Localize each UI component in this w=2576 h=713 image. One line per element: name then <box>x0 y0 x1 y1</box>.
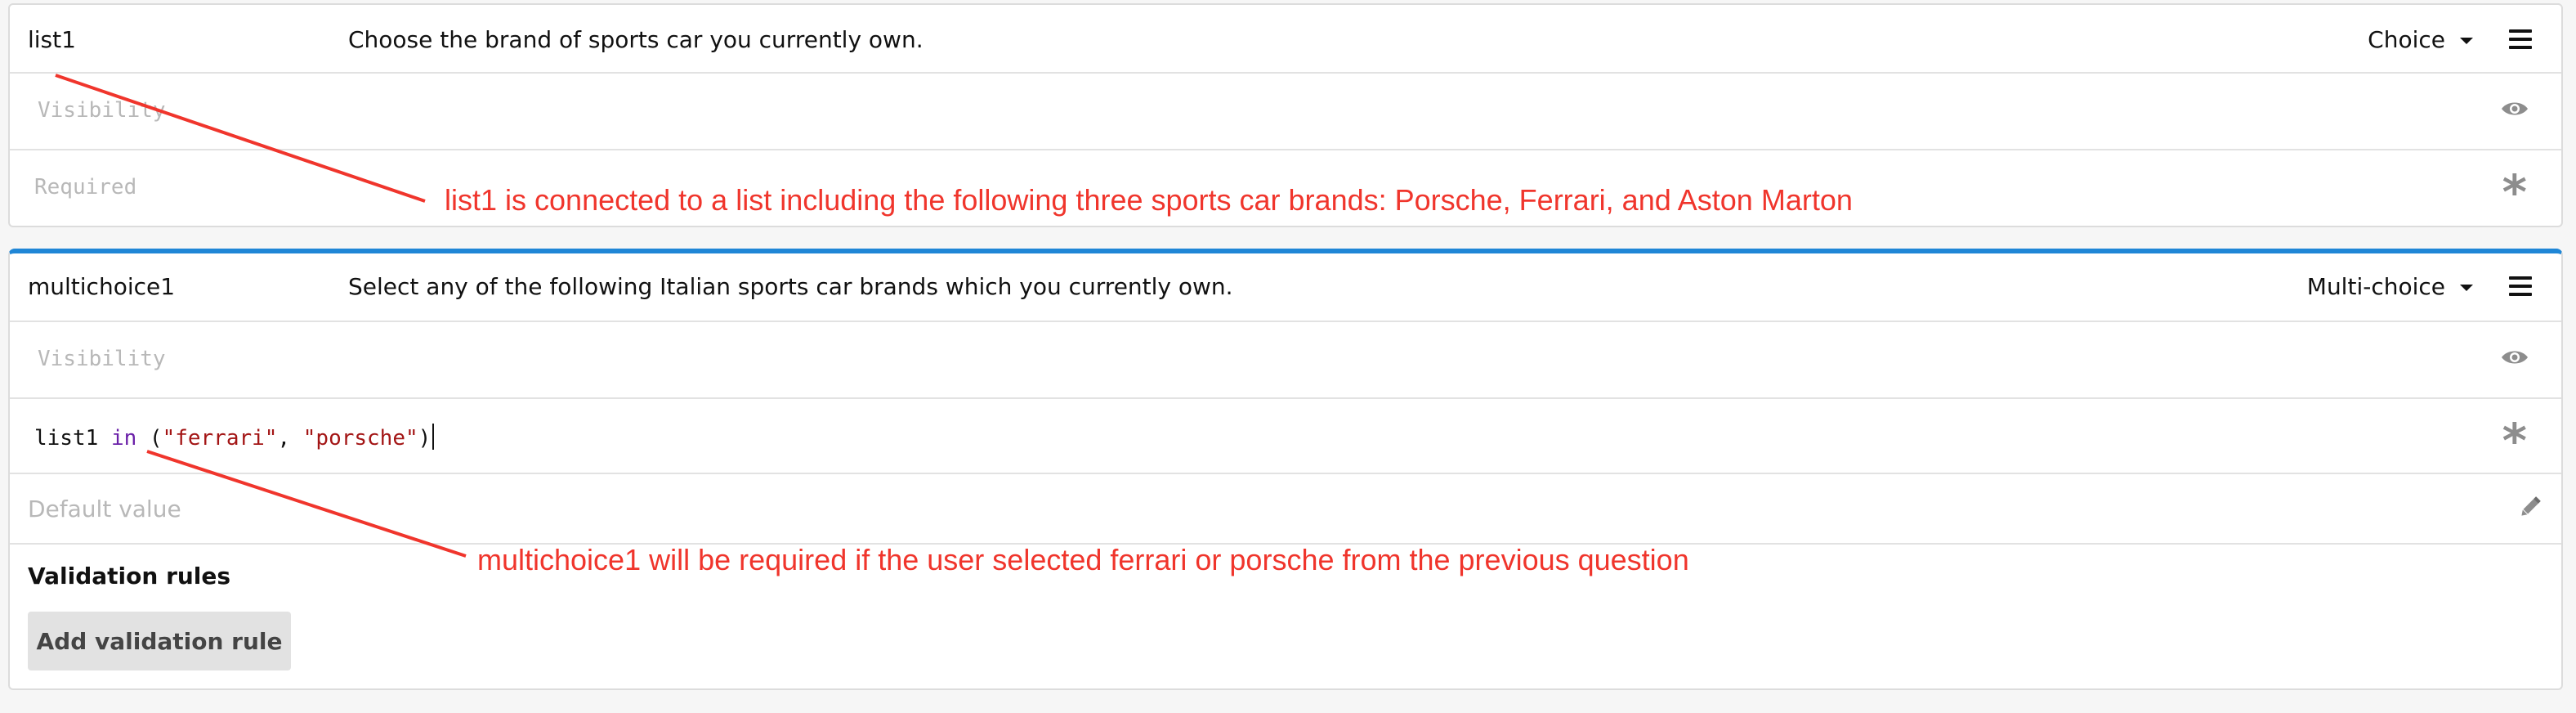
question-type-dropdown[interactable]: Multi-choice <box>2307 273 2473 300</box>
question-header-row: multichoice1 Select any of the following… <box>10 253 2561 322</box>
menu-icon[interactable] <box>2509 276 2532 296</box>
visibility-row: Visibility <box>10 322 2561 399</box>
validation-rules-label: Validation rules <box>28 563 231 590</box>
asterisk-icon: * <box>2502 413 2527 469</box>
add-validation-rule-button[interactable]: Add validation rule <box>28 612 291 670</box>
question-name[interactable]: list1 <box>28 26 76 53</box>
required-row: list1 in ("ferrari", "porsche") * <box>10 399 2561 474</box>
expr-open-paren: ( <box>149 426 163 451</box>
question-text[interactable]: Select any of the following Italian spor… <box>348 273 1233 300</box>
required-expression-input[interactable]: list1 in ("ferrari", "porsche") <box>34 424 435 451</box>
pencil-icon[interactable] <box>2517 494 2543 520</box>
expr-string: "ferrari" <box>162 426 278 451</box>
visibility-row: Visibility <box>10 74 2561 150</box>
eye-icon <box>2501 100 2529 118</box>
annotation-text-2: multichoice1 will be required if the use… <box>477 543 1689 576</box>
question-type-dropdown[interactable]: Choice <box>2368 26 2473 53</box>
menu-icon[interactable] <box>2509 29 2532 49</box>
visibility-input[interactable]: Visibility <box>38 347 166 371</box>
visibility-input[interactable]: Visibility <box>38 98 166 123</box>
question-type-label: Multi-choice <box>2306 273 2445 300</box>
expr-close-paren: ) <box>418 426 432 451</box>
expr-operator: in <box>110 426 137 451</box>
chevron-down-icon <box>2460 285 2473 291</box>
default-value-input[interactable]: Default value <box>28 496 181 522</box>
chevron-down-icon <box>2460 38 2473 44</box>
question-text[interactable]: Choose the brand of sports car you curre… <box>348 26 924 53</box>
expr-separator: , <box>277 426 303 451</box>
question-name[interactable]: multichoice1 <box>28 273 175 300</box>
required-input[interactable]: Required <box>34 175 136 200</box>
question-header-row: list1 Choose the brand of sports car you… <box>10 5 2561 74</box>
default-value-row: Default value <box>10 474 2561 545</box>
question-card-multichoice1: multichoice1 Select any of the following… <box>8 249 2563 690</box>
eye-icon <box>2501 348 2529 366</box>
expr-variable: list1 <box>34 426 99 451</box>
annotation-text-1: list1 is connected to a list including t… <box>445 183 1853 217</box>
question-type-label: Choice <box>2368 26 2445 53</box>
asterisk-icon: * <box>2502 164 2527 220</box>
expr-string: "porsche" <box>302 426 418 451</box>
text-cursor <box>432 424 435 450</box>
